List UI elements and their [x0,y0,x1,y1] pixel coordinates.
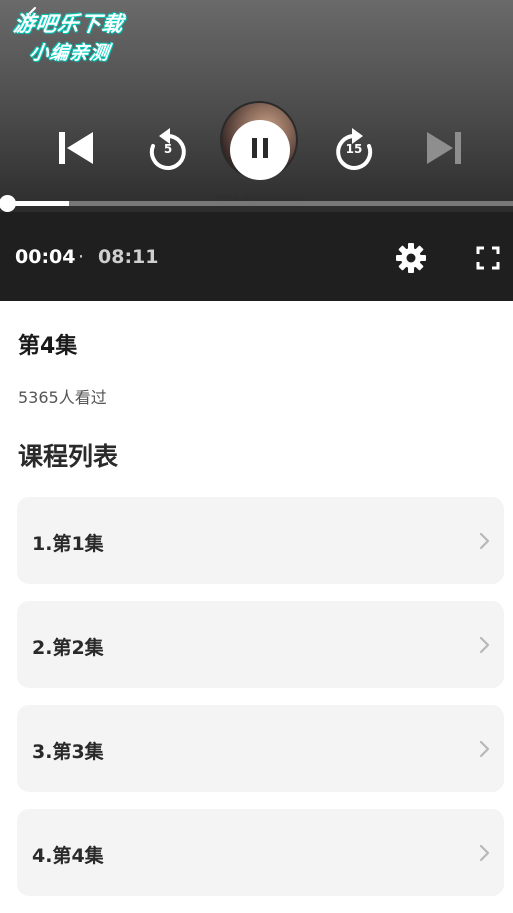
progress-fill [8,201,69,206]
course-list-item[interactable]: 1.第1集 [17,497,504,584]
skip-next-icon [425,128,465,172]
gear-icon [395,243,427,278]
skip-next-button[interactable] [422,127,468,173]
pause-icon [248,136,272,164]
total-time: 08:11 [98,246,159,268]
fullscreen-icon [474,246,502,276]
course-list: 1.第1集 2.第2集 3.第3集 4.第4集 [17,497,504,913]
chevron-right-icon [478,844,490,862]
course-list-item[interactable]: 4.第4集 [17,809,504,896]
forward-button[interactable]: 15 [330,124,378,176]
course-list-item[interactable]: 2.第2集 [17,601,504,688]
progress-bar[interactable] [0,195,513,212]
rewind-5-icon: 5 [146,126,190,174]
forward-15-icon: 15 [332,126,376,174]
pause-button[interactable] [230,120,290,180]
time-separator: · [78,246,85,268]
course-item-label: 4.第4集 [32,845,104,867]
course-list-title: 课程列表 [18,442,119,471]
rewind-button[interactable]: 5 [144,124,192,176]
skip-previous-icon [55,128,95,172]
episode-title: 第4集 [18,334,78,359]
chevron-right-icon [478,532,490,550]
watermark-line-1: 游吧乐下载 [12,12,126,36]
player-control-bar: 00:04 · 08:11 [0,212,513,301]
fullscreen-button[interactable] [474,244,502,272]
settings-button[interactable] [395,242,427,274]
course-item-label: 1.第1集 [32,533,104,555]
media-player: 游吧乐下载 小编亲测 5 15 写轮指钢琴即兴 [0,0,513,212]
course-list-item[interactable]: 3.第3集 [17,705,504,792]
chevron-right-icon [478,636,490,654]
chevron-right-icon [478,740,490,758]
course-item-label: 3.第3集 [32,741,104,763]
current-time: 00:04 [15,246,76,268]
watermark-line-2: 小编亲测 [28,42,112,64]
skip-previous-button[interactable] [52,127,98,173]
view-count: 5365人看过 [18,388,107,407]
rewind-seconds-label: 5 [163,142,173,156]
course-item-label: 2.第2集 [32,637,104,659]
forward-seconds-label: 15 [345,142,363,156]
watermark-logo: 游吧乐下载 小编亲测 [2,8,152,64]
